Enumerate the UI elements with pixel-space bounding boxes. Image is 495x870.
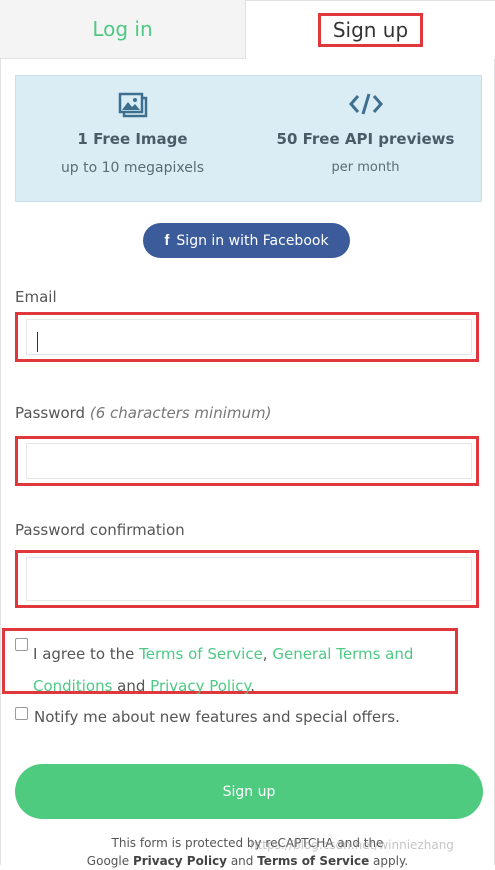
facebook-icon: f bbox=[164, 232, 170, 249]
password-confirmation-input[interactable] bbox=[27, 558, 471, 600]
notify-label: Notify me about new features and special… bbox=[34, 708, 400, 726]
password-field[interactable] bbox=[26, 443, 472, 479]
api-previews-info: 50 Free API previews per month bbox=[249, 76, 482, 175]
notify-checkbox[interactable] bbox=[15, 707, 28, 720]
password-confirmation-wrapper bbox=[15, 550, 479, 608]
recaptcha-suffix: apply. bbox=[369, 854, 409, 868]
recaptcha-terms-link[interactable]: Terms of Service bbox=[257, 854, 369, 868]
email-field-wrapper bbox=[15, 312, 479, 362]
free-image-title: 1 Free Image bbox=[77, 130, 188, 148]
password-confirmation-label: Password confirmation bbox=[15, 521, 185, 539]
watermark: https://blog.csdn.net/winniezhang bbox=[250, 838, 454, 852]
terms-and: and bbox=[112, 677, 151, 695]
email-label: Email bbox=[15, 288, 57, 306]
terms-checkbox[interactable] bbox=[15, 638, 28, 651]
password-confirmation-field[interactable] bbox=[26, 557, 472, 601]
auth-tabs: Log in Sign up bbox=[0, 0, 495, 59]
tab-login[interactable]: Log in bbox=[0, 0, 245, 59]
tab-signup[interactable]: Sign up bbox=[245, 0, 495, 59]
terms-agreement-text: I agree to the Terms of Service, General… bbox=[33, 638, 453, 702]
free-image-info: 1 Free Image up to 10 megapixels bbox=[16, 76, 249, 176]
password-label-text: Password bbox=[15, 404, 86, 422]
api-previews-title: 50 Free API previews bbox=[276, 130, 455, 148]
api-previews-subtitle: per month bbox=[331, 160, 400, 175]
password-field-wrapper bbox=[15, 436, 479, 486]
recaptcha-google: Google bbox=[86, 854, 133, 868]
recaptcha-line-2: Google Privacy Policy and Terms of Servi… bbox=[0, 852, 495, 870]
recaptcha-privacy-link[interactable]: Privacy Policy bbox=[133, 854, 227, 868]
free-image-subtitle: up to 10 megapixels bbox=[60, 160, 205, 176]
image-icon bbox=[16, 92, 249, 122]
recaptcha-and: and bbox=[227, 854, 258, 868]
text-caret bbox=[37, 332, 38, 352]
signup-button[interactable]: Sign up bbox=[15, 764, 483, 819]
facebook-signin-button[interactable]: f Sign in with Facebook bbox=[143, 223, 350, 258]
password-label: Password (6 characters minimum) bbox=[15, 404, 271, 422]
facebook-signin-label: Sign in with Facebook bbox=[176, 232, 329, 249]
free-plan-info: 1 Free Image up to 10 megapixels 50 Free… bbox=[15, 75, 482, 202]
terms-comma: , bbox=[262, 645, 273, 663]
code-icon bbox=[249, 92, 482, 122]
tab-signup-label: Sign up bbox=[317, 13, 424, 47]
password-input[interactable] bbox=[27, 444, 471, 478]
password-hint: (6 characters minimum) bbox=[89, 404, 272, 422]
terms-suffix: . bbox=[250, 677, 256, 695]
terms-of-service-link[interactable]: Terms of Service bbox=[139, 645, 263, 663]
email-input[interactable] bbox=[27, 320, 471, 354]
email-field[interactable] bbox=[26, 319, 472, 355]
panel-border-left bbox=[0, 59, 1, 865]
terms-prefix: I agree to the bbox=[33, 645, 140, 663]
privacy-policy-link[interactable]: Privacy Policy bbox=[150, 677, 250, 695]
